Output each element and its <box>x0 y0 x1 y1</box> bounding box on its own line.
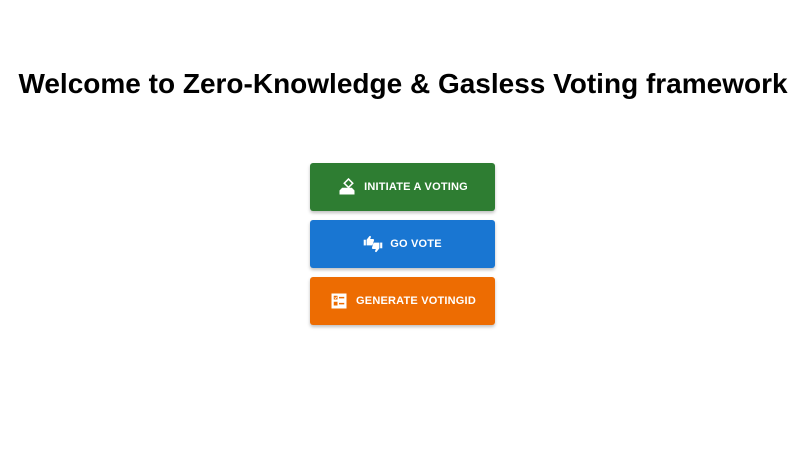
generate-votingid-label: GENERATE VOTINGID <box>356 295 476 307</box>
initiate-voting-label: INITIATE A VOTING <box>364 181 468 193</box>
generate-votingid-button[interactable]: GENERATE VOTINGID <box>310 277 495 325</box>
initiate-voting-button[interactable]: INITIATE A VOTING <box>310 163 495 211</box>
go-vote-button[interactable]: GO VOTE <box>310 220 495 268</box>
go-vote-label: GO VOTE <box>390 238 442 250</box>
action-button-group: INITIATE A VOTING GO VOTE GENERATE VOTIN… <box>310 163 495 334</box>
page-title: Welcome to Zero-Knowledge & Gasless Voti… <box>18 68 788 99</box>
welcome-page: Welcome to Zero-Knowledge & Gasless Voti… <box>0 0 806 453</box>
checklist-icon <box>329 291 349 311</box>
ballot-box-icon <box>337 177 357 197</box>
thumbs-up-down-icon <box>363 234 383 254</box>
